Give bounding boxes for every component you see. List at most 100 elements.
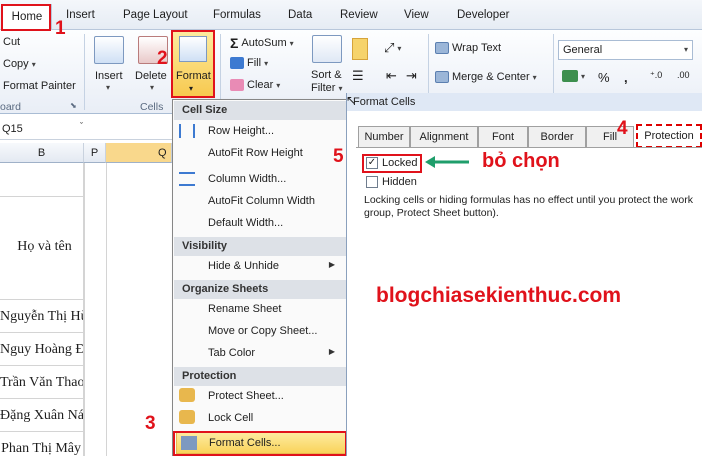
sigma-icon: Σ — [230, 35, 239, 51]
chevron-down-icon: ▾ — [106, 83, 111, 92]
rename-sheet-item[interactable]: Rename Sheet — [208, 303, 281, 315]
sort-filter-label: Sort & — [311, 69, 342, 81]
watermark: blogchiasekienthuc.com — [376, 284, 622, 307]
cell-name[interactable]: Nguyễn Thị Hù — [0, 300, 84, 333]
column-width-item[interactable]: Column Width... — [208, 173, 286, 185]
increase-indent-icon[interactable]: ⇥ — [406, 68, 417, 84]
cell-name[interactable]: Phan Thị Mây — [0, 432, 84, 456]
tab-formulas[interactable]: Formulas — [213, 9, 261, 21]
tab-color-label: Tab Color — [208, 347, 256, 359]
chevron-down-icon: ▾ — [289, 38, 294, 48]
lock-icon — [179, 410, 195, 424]
format-painter-button[interactable]: Format Painter — [3, 80, 76, 92]
hidden-checkbox[interactable]: Hidden — [366, 176, 417, 189]
annotation-highlight-box — [173, 431, 347, 456]
lock-icon — [179, 388, 195, 402]
chevron-down-icon: ▾ — [683, 45, 688, 54]
delete-dropdown[interactable]: ▾ — [150, 83, 154, 92]
hide-unhide-item[interactable]: Hide & Unhide ▶ — [208, 260, 343, 272]
hide-unhide-label: Hide & Unhide — [208, 260, 279, 272]
cell-header-name[interactable]: Họ và tên — [0, 197, 84, 300]
row-height-item[interactable]: Row Height... — [208, 125, 274, 137]
column-header-b[interactable]: B — [0, 143, 84, 163]
clear-button[interactable]: Clear ▾ — [230, 79, 280, 91]
note-line-2: group, Protect Sheet button). — [364, 207, 499, 219]
tab-review[interactable]: Review — [340, 9, 378, 21]
annotation-home-box — [1, 4, 51, 31]
merge-center-icon — [435, 71, 449, 83]
column-header-q[interactable]: Q — [106, 143, 172, 163]
move-copy-sheet-item[interactable]: Move or Copy Sheet... — [208, 325, 317, 337]
merge-center-button[interactable]: Merge & Center ▾ — [435, 71, 537, 83]
eraser-icon — [230, 79, 244, 91]
copy-button[interactable]: Copy ▾ — [3, 58, 36, 70]
decrease-indent-icon[interactable]: ⇤ — [386, 68, 397, 84]
fill-button[interactable]: Fill ▾ — [230, 57, 268, 69]
increase-decimal-icon[interactable]: ⁺.0 — [650, 70, 662, 81]
copy-label: Copy — [3, 58, 29, 70]
chevron-down-icon: ▾ — [150, 83, 155, 92]
tab-border[interactable]: Border — [528, 126, 586, 147]
tab-view[interactable]: View — [404, 9, 429, 21]
autofit-row-height-item[interactable]: AutoFit Row Height — [208, 147, 303, 159]
protect-sheet-item[interactable]: Protect Sheet... — [208, 390, 284, 402]
name-box[interactable]: Q15 — [0, 120, 84, 138]
cell-name[interactable]: Trần Văn Thao — [0, 366, 84, 399]
chevron-down-icon: ▾ — [581, 71, 586, 81]
orientation-icon[interactable]: ⤢ ▾ — [384, 40, 401, 56]
column-header-p[interactable]: P — [84, 143, 106, 163]
cell-name[interactable]: Đặng Xuân Nác — [0, 399, 84, 432]
insert-label: Insert — [95, 70, 123, 82]
sort-filter-button-2[interactable]: Filter ▾ — [311, 82, 342, 94]
number-format-dropdown[interactable]: General ▾ — [558, 40, 693, 60]
protection-note: Locking cells or hiding formulas has no … — [364, 194, 702, 220]
delete-label: Delete — [135, 70, 167, 82]
decrease-decimal-icon[interactable]: .00 — [677, 70, 690, 80]
mouse-cursor-icon: ↖ — [346, 93, 357, 107]
number-format-value: General — [563, 44, 603, 56]
dialog-launcher-icon[interactable]: ⬊ — [70, 101, 77, 110]
format-button[interactable]: Format ▾ — [171, 30, 215, 98]
menu-section-organize: Organize Sheets — [174, 280, 348, 299]
tab-insert[interactable]: Insert — [66, 9, 95, 21]
tab-data[interactable]: Data — [288, 9, 312, 21]
wrap-text-button[interactable]: Wrap Text — [435, 42, 501, 54]
comma-button[interactable]: , — [624, 70, 628, 85]
insert-dropdown[interactable]: ▾ — [106, 83, 110, 92]
insert-button[interactable]: Insert — [95, 70, 123, 82]
chevron-down-icon: ▾ — [532, 72, 537, 82]
cell[interactable] — [0, 163, 84, 197]
autofit-column-width-item[interactable]: AutoFit Column Width — [208, 195, 315, 207]
tab-protection[interactable]: Protection — [636, 124, 702, 148]
chevron-down-icon: ▾ — [31, 59, 36, 69]
step-3-label: 3 — [145, 413, 156, 434]
cells-group-label: Cells — [140, 101, 164, 113]
default-width-item[interactable]: Default Width... — [208, 217, 283, 229]
submenu-arrow-icon: ▶ — [328, 260, 335, 269]
tab-developer[interactable]: Developer — [457, 9, 509, 21]
step-2-label: 2 — [157, 48, 168, 69]
delete-button[interactable]: Delete — [135, 70, 167, 82]
autosum-button[interactable]: Σ AutoSum ▾ — [230, 35, 294, 51]
align-left-icon[interactable]: ☰ — [352, 68, 364, 84]
step-4-label: 4 — [617, 118, 628, 139]
tab-page-layout[interactable]: Page Layout — [123, 9, 188, 21]
tab-number[interactable]: Number — [358, 126, 410, 147]
format-menu: Cell Size Row Height... AutoFit Row Heig… — [172, 99, 349, 456]
cell-name[interactable]: Nguy Hoàng Đ — [0, 333, 84, 366]
tab-alignment[interactable]: Alignment — [410, 126, 478, 147]
lock-cell-item[interactable]: Lock Cell — [208, 412, 253, 424]
format-painter-label: Format Painter — [3, 80, 76, 92]
sort-filter-button[interactable]: Sort & — [311, 69, 342, 81]
name-box-dropdown-icon[interactable]: ˇ — [80, 121, 83, 131]
note-line-1: Locking cells or hiding formulas has no … — [364, 194, 693, 206]
tab-font[interactable]: Font — [478, 126, 528, 147]
sort-filter-icon — [312, 35, 342, 63]
align-top-icon[interactable] — [352, 38, 368, 60]
tab-color-item[interactable]: Tab Color ▶ — [208, 347, 343, 359]
cut-label: Cut — [3, 36, 21, 48]
locked-checkbox[interactable]: ✓ Locked — [362, 154, 422, 173]
percent-button[interactable]: % — [598, 70, 610, 85]
accounting-format-button[interactable]: ▾ — [562, 70, 585, 82]
cut-button[interactable]: Cut — [3, 36, 20, 48]
